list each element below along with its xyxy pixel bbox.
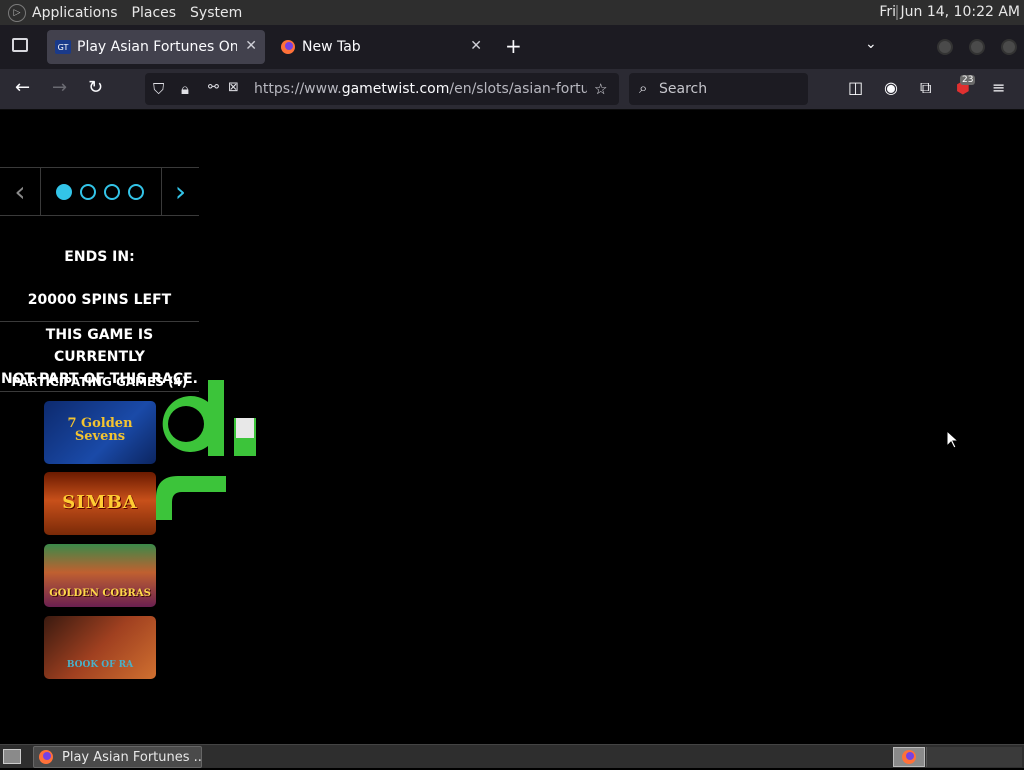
show-desktop-icon[interactable] (3, 749, 21, 764)
workspace-switcher[interactable] (926, 747, 1022, 767)
list-all-tabs-chevron-icon[interactable]: ⌄ (865, 36, 877, 52)
extensions-puzzle-icon[interactable]: ⧉ (920, 80, 931, 96)
game-tile-label: 7 Golden Sevens (67, 416, 133, 444)
lock-icon[interactable]: 🔒︎ (181, 80, 189, 98)
firefox-icon (902, 750, 916, 764)
account-icon[interactable]: ◉ (884, 80, 898, 96)
top-panel: ▷ Applications Places System Fri Jun 14,… (0, 0, 1024, 25)
blocked-media-icon[interactable]: ⊠ (228, 80, 239, 95)
workspace-1[interactable] (893, 747, 925, 767)
url-text[interactable]: https://www.gametwist.com/en/slots/asian… (254, 81, 587, 97)
hamburger-menu-icon[interactable]: ≡ (992, 80, 1005, 96)
tab-title: New Tab (302, 39, 361, 55)
mouse-cursor-icon (946, 430, 958, 449)
game-tile-label: SIMBA (62, 492, 138, 513)
navigation-bar: ← → ↻ ⛉ 🔒︎ ⚯ ⊠ https://www.gametwist.com… (0, 69, 1024, 110)
game-tile-golden-sevens[interactable]: 7 Golden Sevens (44, 401, 156, 464)
carousel-dots (56, 184, 144, 200)
gametwist-favicon-icon: GT (55, 40, 71, 54)
carousel-prev-chevron-icon[interactable]: ‹ (0, 168, 41, 215)
search-placeholder: Search (659, 81, 708, 97)
applications-menu[interactable]: Applications (32, 5, 118, 21)
game-tile-simba[interactable]: SIMBA (44, 472, 156, 535)
close-window-icon[interactable] (1001, 39, 1017, 55)
race-carousel: ‹ › (0, 167, 199, 216)
svg-text:GT: GT (58, 43, 69, 52)
race-status-line-1: THIS GAME IS CURRENTLY (45, 327, 154, 365)
taskbar-window-button[interactable]: Play Asian Fortunes ... (33, 746, 202, 768)
carousel-dot[interactable] (128, 184, 144, 200)
ends-in-label: ENDS IN: (64, 249, 135, 265)
url-bar[interactable]: ⛉ 🔒︎ ⚯ ⊠ https://www.gametwist.com/en/sl… (145, 73, 619, 105)
maximize-window-icon[interactable] (969, 39, 985, 55)
taskbar-window-title: Play Asian Fortunes ... (62, 749, 202, 765)
permissions-icon[interactable]: ⚯ (208, 80, 219, 95)
system-menu[interactable]: System (190, 5, 242, 21)
tab-title: Play Asian Fortunes Online F (77, 39, 237, 55)
new-tab-plus-icon[interactable]: + (505, 34, 522, 58)
search-icon: ⌕ (639, 79, 648, 97)
game-tile-book-of-ra[interactable]: BOOK OF RA (44, 616, 156, 679)
carousel-dot[interactable] (56, 184, 72, 200)
back-arrow-icon[interactable]: ← (15, 79, 30, 97)
shield-icon[interactable]: ⛉ (153, 80, 164, 98)
tab-new-tab[interactable]: New Tab ✕ (272, 30, 490, 64)
page-content: ‹ › ENDS IN: 20000 SPINS LEFT THIS GAME … (0, 110, 1024, 744)
carousel-next-chevron-icon[interactable]: › (161, 168, 199, 215)
search-bar[interactable]: ⌕ Search (629, 73, 808, 105)
firefox-view-icon[interactable] (12, 38, 28, 52)
firefox-favicon-icon (281, 40, 295, 54)
close-tab-icon[interactable]: ✕ (470, 38, 482, 54)
carousel-dot[interactable] (80, 184, 96, 200)
gnome-logo-icon[interactable]: ▷ (8, 3, 26, 22)
tab-strip: GT Play Asian Fortunes Online F ✕ New Ta… (0, 25, 1024, 69)
firefox-icon (39, 750, 53, 764)
carousel-dot[interactable] (104, 184, 120, 200)
loading-logo-icon (156, 380, 256, 520)
bookmark-star-icon[interactable]: ☆ (594, 80, 607, 98)
extension-badge: 23 (960, 75, 976, 85)
spins-left-label: 20000 SPINS LEFT (27, 292, 172, 308)
bottom-panel: Play Asian Fortunes ... (0, 744, 1024, 768)
clock[interactable]: Fri Jun 14, 10:22 AM (879, 4, 1020, 20)
game-tile-golden-cobras[interactable]: GOLDEN COBRAS (44, 544, 156, 607)
reload-icon[interactable]: ↻ (88, 79, 103, 97)
game-tile-label: BOOK OF RA (66, 660, 134, 670)
tab-asian-fortunes[interactable]: GT Play Asian Fortunes Online F ✕ (47, 30, 265, 64)
close-tab-icon[interactable]: ✕ (245, 38, 257, 54)
pocket-icon[interactable]: ◫ (848, 80, 863, 96)
forward-arrow-icon[interactable]: → (52, 79, 67, 97)
game-tile-label: GOLDEN COBRAS (49, 588, 151, 599)
minimize-window-icon[interactable] (937, 39, 953, 55)
places-menu[interactable]: Places (132, 5, 177, 21)
